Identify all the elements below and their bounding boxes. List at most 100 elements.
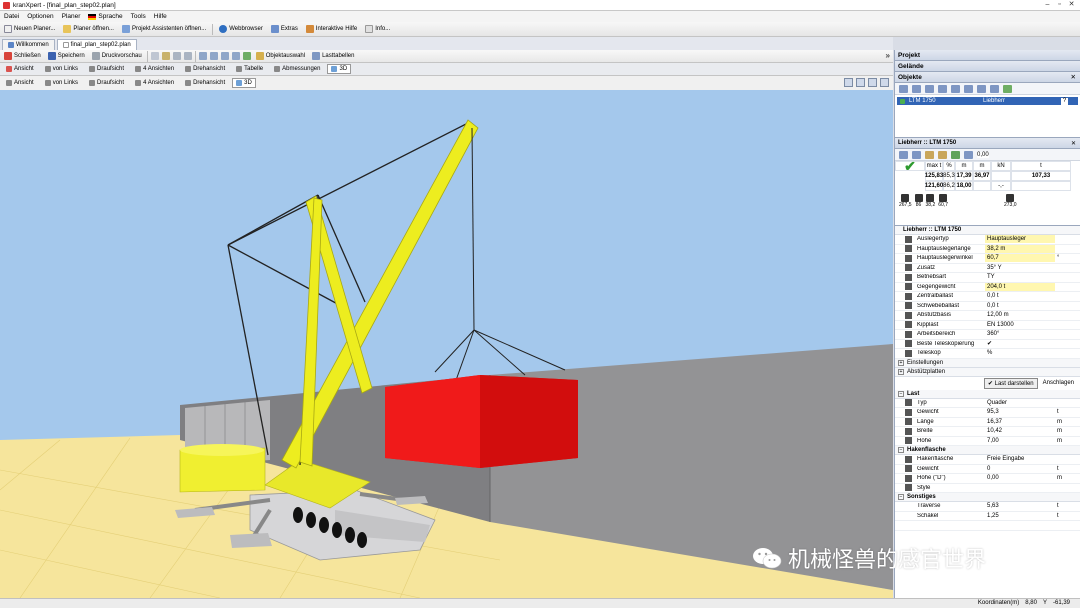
angle-icon[interactable] bbox=[183, 52, 192, 60]
section-einstellungen[interactable]: + Einstellungen bbox=[895, 358, 1080, 368]
minimize-button[interactable]: – bbox=[1043, 1, 1052, 9]
subtab-3d[interactable]: 3D bbox=[232, 78, 256, 88]
subtab-4-ansichten[interactable]: 4 Ansichten bbox=[131, 78, 178, 88]
range-icon[interactable] bbox=[925, 150, 934, 159]
property-value[interactable]: 0 bbox=[985, 465, 1055, 473]
property-row[interactable]: Schwebeballast 0,0 t bbox=[895, 302, 1080, 311]
property-row[interactable]: Gewicht 0 t bbox=[895, 465, 1080, 474]
tab-draufsicht[interactable]: Draufsicht bbox=[85, 64, 128, 74]
panel-projekt[interactable]: Projekt bbox=[895, 50, 1080, 61]
grid-icon[interactable] bbox=[231, 52, 240, 60]
menu-sprache[interactable]: Sprache bbox=[88, 13, 123, 20]
pan-icon[interactable] bbox=[209, 52, 218, 60]
tab-4-ansichten[interactable]: 4 Ansichten bbox=[131, 64, 178, 74]
close-plan-button[interactable]: Schließen bbox=[2, 52, 43, 60]
property-value[interactable]: 360° bbox=[985, 330, 1055, 338]
property-value[interactable]: Quader bbox=[985, 399, 1055, 407]
menu-hilfe[interactable]: Hilfe bbox=[154, 13, 167, 20]
3d-viewport[interactable] bbox=[0, 90, 893, 598]
info-button[interactable]: Info... bbox=[363, 25, 392, 33]
section-last[interactable]: − Last bbox=[895, 389, 1080, 399]
tab-plan-file[interactable]: final_plan_step02.plan bbox=[56, 39, 137, 50]
expand-panel-icon[interactable]: » bbox=[886, 51, 890, 60]
property-row[interactable]: Höhe ("D") 0,00 m bbox=[895, 474, 1080, 484]
property-row[interactable]: Auslegertyp Hauptausleger bbox=[895, 235, 1080, 245]
property-row[interactable]: Breite 10,42 m bbox=[895, 427, 1080, 437]
section-sonstiges[interactable]: − Sonstiges bbox=[895, 493, 1080, 502]
close-icon[interactable]: ✕ bbox=[1071, 73, 1076, 81]
property-row[interactable]: Style bbox=[895, 484, 1080, 493]
property-row[interactable]: Beste Teleskopierung ✔ bbox=[895, 340, 1080, 349]
property-row[interactable]: Hauptauslegerwinkel 60,7 ° bbox=[895, 254, 1080, 264]
property-value[interactable]: 60,7 bbox=[985, 254, 1055, 263]
property-value[interactable]: 0,00 bbox=[985, 474, 1055, 482]
subtab-draufsicht[interactable]: Draufsicht bbox=[85, 78, 128, 88]
config-icon[interactable]: 86 bbox=[914, 194, 923, 222]
tab-drehansicht[interactable]: Drehansicht bbox=[181, 64, 229, 74]
tab-tabelle[interactable]: Tabelle bbox=[232, 64, 267, 74]
property-value[interactable]: 5,63 bbox=[985, 502, 1055, 510]
crane-add-icon[interactable] bbox=[912, 84, 921, 93]
magnifier-icon[interactable] bbox=[150, 52, 159, 60]
config-icon[interactable]: 267,5 bbox=[899, 194, 912, 222]
property-value[interactable]: 0,0 t bbox=[985, 302, 1055, 310]
property-value[interactable]: 7,00 bbox=[985, 437, 1055, 445]
subtab-von-links[interactable]: von Links bbox=[41, 78, 82, 88]
property-value[interactable]: 12,00 m bbox=[985, 311, 1055, 319]
property-value[interactable]: 1,25 bbox=[985, 512, 1055, 520]
webbrowser-button[interactable]: Webbrowser bbox=[217, 25, 265, 33]
copy-icon[interactable] bbox=[990, 84, 999, 93]
object-selection-button[interactable]: Objektauswahl bbox=[254, 52, 307, 60]
property-row[interactable]: Traverse 5,63 t bbox=[895, 502, 1080, 512]
help-icon[interactable]: ? bbox=[1061, 97, 1068, 105]
object-row[interactable]: LTM 1750 Liebherr ? bbox=[897, 97, 1078, 105]
property-value[interactable]: Freie Eingabe bbox=[985, 455, 1055, 463]
property-row[interactable]: Arbeitsbereich 360° bbox=[895, 330, 1080, 340]
truck-icon[interactable] bbox=[925, 84, 934, 93]
new-planner-button[interactable]: Neuen Planer... bbox=[2, 25, 57, 33]
tab-ansicht[interactable]: Ansicht bbox=[2, 64, 38, 74]
color-icon[interactable] bbox=[242, 52, 251, 60]
print-preview-button[interactable]: Druckvorschau bbox=[90, 52, 144, 60]
property-row[interactable]: Zentralballast 0,0 t bbox=[895, 292, 1080, 302]
cube-icon[interactable] bbox=[856, 78, 865, 87]
pencil-icon[interactable] bbox=[161, 52, 170, 60]
tab-3d[interactable]: 3D bbox=[327, 64, 352, 74]
subtab-ansicht[interactable]: Ansicht bbox=[2, 78, 38, 88]
property-value[interactable]: 95,3 bbox=[985, 408, 1055, 416]
property-row[interactable]: Schäkel 1,25 t bbox=[895, 512, 1080, 521]
grid-icon[interactable] bbox=[964, 150, 973, 159]
camera-icon[interactable] bbox=[844, 78, 853, 87]
property-row[interactable]: Höhe 7,00 m bbox=[895, 437, 1080, 446]
attach-button[interactable]: Anschlagen bbox=[1041, 379, 1076, 387]
config-icon[interactable]: 38,2 bbox=[926, 194, 935, 222]
property-value[interactable]: 38,2 m bbox=[985, 244, 1055, 253]
layers-icon[interactable] bbox=[220, 52, 229, 60]
tab-von-links[interactable]: von Links bbox=[41, 64, 82, 74]
property-value[interactable]: EN 13000 bbox=[985, 321, 1055, 329]
property-row[interactable]: Länge 16,37 m bbox=[895, 418, 1080, 427]
property-row[interactable]: Zusatz 35° Y bbox=[895, 264, 1080, 273]
box-icon[interactable] bbox=[964, 84, 973, 93]
refresh-icon[interactable] bbox=[1003, 84, 1012, 93]
property-value[interactable]: TY bbox=[985, 273, 1055, 281]
property-value[interactable]: % bbox=[985, 349, 1055, 357]
property-value[interactable]: ✔ bbox=[985, 340, 1055, 348]
shade-icon[interactable] bbox=[868, 78, 877, 87]
move-icon[interactable] bbox=[899, 84, 908, 93]
tab-willkommen[interactable]: Willkommen bbox=[2, 39, 55, 50]
tree-icon[interactable] bbox=[951, 84, 960, 93]
panel-gelaende[interactable]: Gelände bbox=[895, 61, 1080, 72]
section-hakenflasche[interactable]: − Hakenflasche bbox=[895, 446, 1080, 455]
close-button[interactable]: ✕ bbox=[1067, 1, 1076, 9]
zoom-icon[interactable] bbox=[198, 52, 207, 60]
menu-planer[interactable]: Planer bbox=[62, 13, 81, 20]
crane-header-value[interactable]: 0,00 bbox=[977, 151, 989, 158]
load-tables-button[interactable]: Lasttabellen bbox=[310, 52, 356, 60]
property-value[interactable]: 204,0 t bbox=[985, 282, 1055, 291]
section-abstuetzplatten[interactable]: + Abstützplatten bbox=[895, 367, 1080, 377]
maximize-button[interactable]: ▫ bbox=[1055, 1, 1064, 9]
property-row[interactable]: Hauptauslegerlänge 38,2 m bbox=[895, 244, 1080, 254]
measure-icon[interactable] bbox=[172, 52, 181, 60]
property-value[interactable]: 35° Y bbox=[985, 264, 1055, 272]
